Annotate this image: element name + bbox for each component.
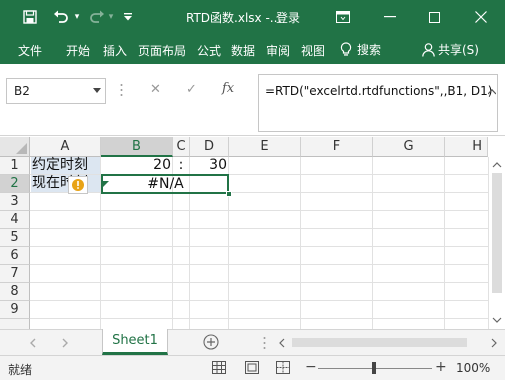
name-box-value: B2 <box>14 84 30 98</box>
gridline <box>30 228 505 229</box>
zoom-slider-thumb[interactable] <box>372 362 376 374</box>
cell-d1[interactable]: 30 <box>190 156 227 174</box>
ribbon-tabs: 文件 开始 插入 页面布局 公式 数据 审阅 视图 搜索 共享(S) <box>0 34 505 64</box>
ribbon-display-icon[interactable] <box>322 0 364 34</box>
gridline <box>30 318 505 319</box>
tab-review[interactable]: 审阅 <box>266 42 290 59</box>
row-header-10 <box>0 319 30 329</box>
row-header-8[interactable]: 8 <box>0 283 30 301</box>
cell-b1[interactable]: 20 <box>101 156 171 174</box>
chevron-down-icon[interactable] <box>93 88 101 94</box>
formula-bar: B2 ✕ ✓ fx =RTD("excelrtd.rtdfunctions",,… <box>0 64 505 136</box>
person-icon <box>422 42 435 57</box>
selected-cell-outline <box>101 174 229 194</box>
redo-dropdown-icon: ▾ <box>108 12 114 22</box>
row-header-5[interactable]: 5 <box>0 229 30 247</box>
select-all-corner[interactable] <box>0 137 30 157</box>
row-header-9[interactable]: 9 <box>0 301 30 319</box>
vertical-scrollbar[interactable] <box>488 157 505 329</box>
gridline <box>300 157 301 329</box>
normal-view-icon[interactable] <box>212 361 226 374</box>
tab-view[interactable]: 视图 <box>301 42 325 59</box>
col-header-g[interactable]: G <box>373 137 445 157</box>
scroll-up-icon[interactable] <box>489 159 505 171</box>
customize-icon[interactable] <box>122 8 134 26</box>
row-header-1[interactable]: 1 <box>0 157 30 175</box>
sheet-tab-sheet1[interactable]: Sheet1 <box>102 329 168 355</box>
cell-a1[interactable]: 约定时刻 <box>32 156 100 174</box>
collapse-formula-bar-icon[interactable] <box>488 89 496 95</box>
gridline <box>372 157 373 329</box>
zoom-level[interactable]: 100% <box>456 361 490 375</box>
scroll-thumb[interactable] <box>492 173 502 293</box>
row-header-3[interactable]: 3 <box>0 193 30 211</box>
name-box[interactable]: B2 <box>6 78 106 104</box>
cancel-icon[interactable]: ✕ <box>150 82 161 97</box>
page-break-view-icon[interactable] <box>276 361 290 374</box>
gridline <box>30 300 505 301</box>
gridline <box>30 264 505 265</box>
share-button[interactable]: 共享(S) <box>422 41 479 58</box>
prev-sheet-icon[interactable] <box>28 338 38 348</box>
scroll-left-icon[interactable] <box>277 338 287 348</box>
tab-file[interactable]: 文件 <box>18 42 42 59</box>
formula-input[interactable]: =RTD("excelrtd.rtdfunctions",,B1, D1) <box>258 74 498 132</box>
status-mode: 就绪 <box>8 363 33 377</box>
redo-icon <box>86 8 108 26</box>
row-header-6[interactable]: 6 <box>0 247 30 265</box>
enter-icon[interactable]: ✓ <box>186 82 197 97</box>
gridline <box>30 282 505 283</box>
tab-page-layout[interactable]: 页面布局 <box>138 42 186 59</box>
scroll-right-icon[interactable] <box>489 338 499 348</box>
tab-formulas[interactable]: 公式 <box>197 42 221 59</box>
tab-home[interactable]: 开始 <box>66 42 90 59</box>
col-header-a[interactable]: A <box>30 137 101 157</box>
search-box[interactable]: 搜索 <box>340 41 381 58</box>
search-label: 搜索 <box>357 43 382 57</box>
row-header-2[interactable]: 2 <box>0 175 30 193</box>
close-icon[interactable] <box>460 0 502 34</box>
undo-icon[interactable] <box>50 8 72 26</box>
col-header-h[interactable]: H <box>445 137 488 157</box>
maximize-icon[interactable] <box>413 0 455 34</box>
undo-dropdown-icon[interactable]: ▾ <box>72 8 82 26</box>
gridline <box>444 157 445 329</box>
insert-function-icon[interactable]: fx <box>222 81 234 96</box>
error-warning-icon[interactable] <box>68 176 88 194</box>
title-bar: ▾ ▾ RTD函数.xlsx -... 登录 <box>0 0 505 34</box>
page-layout-view-icon[interactable] <box>245 361 259 374</box>
gridline <box>30 246 505 247</box>
col-header-c[interactable]: C <box>173 137 190 157</box>
next-sheet-icon[interactable] <box>60 338 70 348</box>
zoom-in-icon[interactable]: + <box>435 359 447 375</box>
save-icon[interactable] <box>20 8 40 26</box>
lightbulb-icon <box>340 42 352 56</box>
row-header-7[interactable]: 7 <box>0 265 30 283</box>
scroll-down-icon[interactable] <box>489 314 505 326</box>
col-header-f[interactable]: F <box>301 137 373 157</box>
status-bar: 就绪 − + 100% <box>0 355 505 380</box>
formula-bar-grip-icon[interactable] <box>120 82 123 98</box>
sheet-tab-bar: Sheet1 <box>0 329 505 355</box>
add-sheet-icon[interactable] <box>203 334 219 350</box>
minimize-icon[interactable] <box>369 0 411 34</box>
fill-handle[interactable] <box>226 191 232 197</box>
gridline <box>30 210 505 211</box>
col-header-d[interactable]: D <box>190 137 229 157</box>
window-title: RTD函数.xlsx -... <box>186 11 282 25</box>
horizontal-scrollbar-thumb[interactable] <box>292 338 467 347</box>
col-header-b[interactable]: B <box>101 137 173 157</box>
sheet-scroll-divider-icon[interactable] <box>263 336 266 350</box>
worksheet-grid[interactable]: A B C D E F G H 1 2 3 4 5 6 7 8 9 约定时刻 2… <box>0 137 505 329</box>
cell-a2[interactable]: 现在时刻 <box>32 174 100 192</box>
row-header-4[interactable]: 4 <box>0 211 30 229</box>
tab-data[interactable]: 数据 <box>231 42 255 59</box>
zoom-out-icon[interactable]: − <box>305 359 317 375</box>
tab-insert[interactable]: 插入 <box>103 42 127 59</box>
cell-c1[interactable]: : <box>173 156 189 174</box>
share-label: 共享(S) <box>438 43 479 57</box>
col-header-e[interactable]: E <box>229 137 301 157</box>
login-link[interactable]: 登录 <box>276 9 300 26</box>
